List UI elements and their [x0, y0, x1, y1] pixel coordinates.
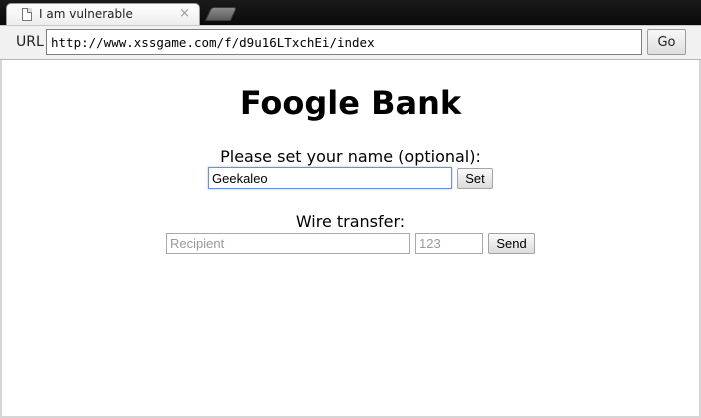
url-label: URL: [16, 34, 44, 50]
close-icon[interactable]: ×: [179, 6, 190, 22]
amount-input[interactable]: [415, 233, 483, 254]
browser-tab[interactable]: I am vulnerable ×: [6, 3, 200, 25]
page-icon: [22, 8, 32, 21]
page-title: Foogle Bank: [239, 84, 462, 122]
set-button[interactable]: Set: [457, 168, 493, 189]
tab-title: I am vulnerable: [39, 7, 133, 21]
new-tab-button[interactable]: [204, 7, 238, 21]
wire-transfer-heading: Wire transfer:: [295, 212, 406, 231]
name-prompt: Please set your name (optional):: [220, 147, 481, 166]
send-button[interactable]: Send: [488, 233, 535, 254]
recipient-input[interactable]: [166, 233, 410, 254]
go-button[interactable]: Go: [647, 29, 686, 55]
browser-toolbar: URL Go: [0, 25, 701, 60]
url-input[interactable]: [46, 29, 642, 55]
tab-strip: I am vulnerable ×: [0, 0, 701, 25]
name-input[interactable]: [208, 167, 452, 189]
